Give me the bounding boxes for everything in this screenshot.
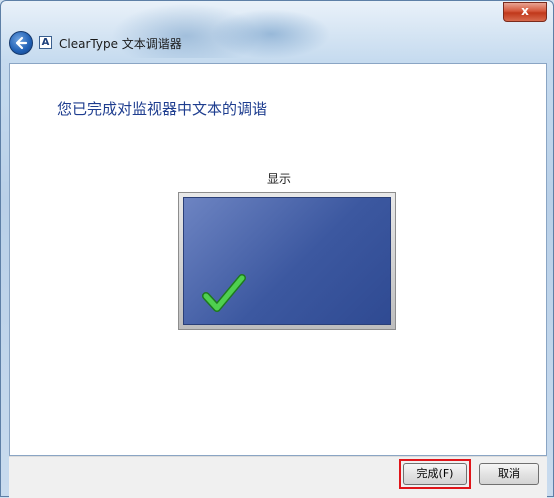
back-arrow-icon	[15, 36, 28, 50]
wizard-footer: 完成(F) 取消	[9, 456, 547, 498]
finish-button[interactable]: 完成(F)	[403, 463, 467, 485]
monitor-label: 显示	[266, 172, 291, 186]
wizard-content: 您已完成对监视器中文本的调谐 显示	[9, 63, 547, 456]
close-button[interactable]: x	[503, 2, 547, 22]
cancel-button[interactable]: 取消	[479, 463, 539, 485]
page-heading: 您已完成对监视器中文本的调谐	[57, 100, 268, 118]
window-frame: x A ClearType 文本调谐器 您已完成对监视器中文本的调谐 显示 完成…	[0, 0, 554, 498]
monitor-illustration	[178, 192, 396, 330]
back-button[interactable]	[9, 31, 33, 55]
monitor-screen	[183, 197, 391, 325]
window-title: ClearType 文本调谐器	[59, 37, 182, 51]
cleartype-app-icon: A	[39, 36, 52, 49]
checkmark-icon	[202, 274, 246, 312]
glass-decoration	[211, 9, 331, 59]
